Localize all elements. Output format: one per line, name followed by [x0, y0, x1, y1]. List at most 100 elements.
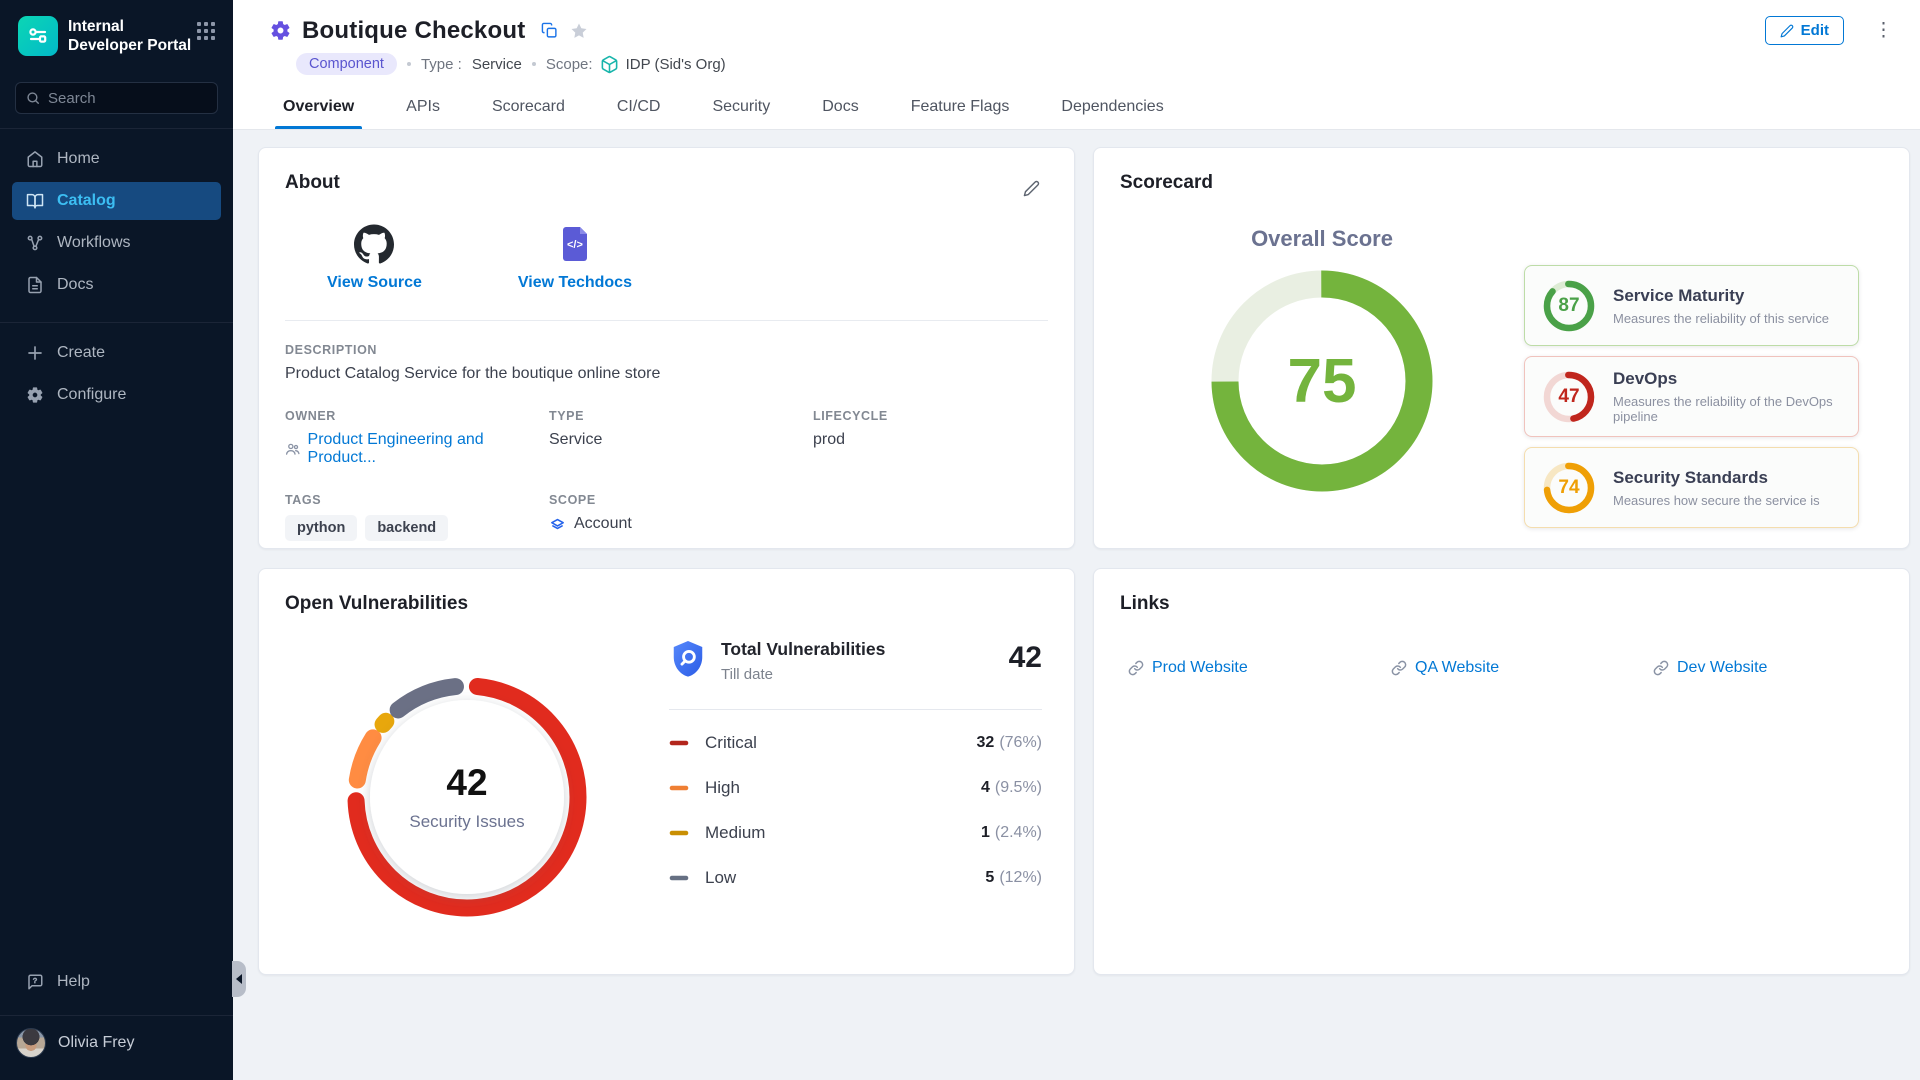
type-value: Service — [472, 56, 522, 73]
scorecard-heading: Scorecard — [1120, 172, 1883, 194]
vulnerabilities-donut: 42 Security Issues — [347, 677, 587, 917]
score-ring: 74 — [1541, 460, 1597, 516]
sidebar-nav: Home Catalog Workflows Docs — [0, 129, 233, 308]
tag-chip[interactable]: backend — [365, 515, 448, 541]
sidebar-item-home[interactable]: Home — [12, 140, 221, 178]
account-scope-icon — [549, 516, 566, 533]
type-value: Service — [549, 431, 813, 449]
lifecycle-value: prod — [813, 431, 1048, 449]
view-source-link[interactable]: View Source — [327, 224, 422, 292]
links-card: Links Prod Website QA Website Dev Websit… — [1093, 568, 1910, 975]
avatar — [16, 1028, 46, 1058]
scorecard-card: Scorecard Overall Score 75 — [1093, 147, 1910, 549]
sidebar-item-label: Configure — [57, 386, 126, 404]
page-title: Boutique Checkout — [302, 17, 525, 45]
tab-apis[interactable]: APIs — [404, 88, 442, 129]
score-name: Security Standards — [1613, 468, 1820, 488]
divider — [285, 320, 1048, 321]
total-vulnerabilities-value: 42 — [1009, 641, 1042, 675]
svg-text:?: ? — [33, 976, 37, 985]
dot-separator — [407, 62, 411, 66]
plus-icon — [26, 344, 44, 362]
sidebar-collapse-handle[interactable] — [232, 961, 246, 997]
sidebar-item-label: Create — [57, 344, 105, 362]
dot-separator — [532, 62, 536, 66]
owner-label: OWNER — [285, 409, 549, 423]
tab-docs[interactable]: Docs — [820, 88, 860, 129]
tab-security[interactable]: Security — [710, 88, 772, 129]
favorite-star-button[interactable] — [570, 22, 588, 40]
kebab-menu-button[interactable]: ⋮ — [1874, 21, 1893, 40]
type-label: Type : — [421, 56, 462, 73]
legend-row-critical: Critical 32 (76%) — [669, 720, 1042, 765]
sidebar-item-label: Docs — [57, 276, 93, 294]
link-icon — [1653, 660, 1669, 676]
score-desc: Measures the reliability of the DevOps p… — [1613, 394, 1842, 424]
scope-value: Account — [574, 515, 632, 533]
sidebar-item-catalog[interactable]: Catalog — [12, 182, 221, 220]
apps-grid-icon[interactable] — [197, 22, 219, 44]
chevron-left-icon — [236, 974, 242, 984]
link-prod-website[interactable]: Prod Website — [1128, 659, 1391, 677]
view-techdocs-link[interactable]: </> View Techdocs — [518, 224, 632, 292]
svg-text:</>: </> — [567, 239, 583, 251]
copy-icon — [541, 22, 558, 39]
search-input[interactable] — [48, 90, 207, 107]
tab-overview[interactable]: Overview — [281, 88, 356, 129]
sidebar-spacer — [0, 418, 233, 959]
scope-value: IDP (Sid's Org) — [626, 56, 726, 73]
star-icon — [570, 22, 588, 40]
book-open-icon — [26, 192, 44, 210]
link-dev-website[interactable]: Dev Website — [1653, 659, 1767, 677]
security-issues-count: 42 — [446, 762, 487, 804]
topbar: Boutique Checkout Edit ⋮ Component Type … — [233, 0, 1920, 130]
sidebar-item-docs[interactable]: Docs — [12, 266, 221, 304]
entity-kind-badge: Component — [296, 53, 397, 75]
group-icon — [285, 441, 301, 457]
tag-chip[interactable]: python — [285, 515, 357, 541]
score-ring: 47 — [1541, 369, 1597, 425]
tab-scorecard[interactable]: Scorecard — [490, 88, 567, 129]
scorecard-item-security-standards[interactable]: 74 Security Standards Measures how secur… — [1524, 447, 1859, 528]
tab-cicd[interactable]: CI/CD — [615, 88, 663, 129]
sidebar-actions: Create Configure — [0, 323, 233, 418]
user-menu[interactable]: Olivia Frey — [0, 1016, 233, 1062]
link-icon — [1391, 660, 1407, 676]
scorecard-item-service-maturity[interactable]: 87 Service Maturity Measures the reliabi… — [1524, 265, 1859, 346]
copy-name-button[interactable] — [541, 22, 558, 39]
link-qa-website[interactable]: QA Website — [1391, 659, 1653, 677]
user-name: Olivia Frey — [58, 1034, 134, 1052]
shield-search-icon — [669, 639, 707, 681]
sidebar-search[interactable] — [15, 82, 218, 114]
tab-bar: Overview APIs Scorecard CI/CD Security D… — [233, 88, 1920, 129]
sidebar: Internal Developer Portal Home Catalog W… — [0, 0, 233, 1080]
tab-dependencies[interactable]: Dependencies — [1059, 88, 1165, 129]
main: Boutique Checkout Edit ⋮ Component Type … — [233, 0, 1920, 1080]
sidebar-item-help[interactable]: ? Help — [12, 963, 221, 1001]
critical-dash-icon — [669, 739, 689, 747]
vulnerabilities-card: Open Vulnerabilities 42 Security Issues — [258, 568, 1075, 975]
scorecard-item-devops[interactable]: 47 DevOps Measures the reliability of th… — [1524, 356, 1859, 437]
sidebar-item-configure[interactable]: Configure — [12, 376, 221, 414]
vulnerabilities-heading: Open Vulnerabilities — [285, 593, 1048, 615]
home-icon — [26, 150, 44, 168]
divider — [669, 709, 1042, 710]
brand: Internal Developer Portal — [0, 0, 233, 70]
file-text-icon — [26, 276, 44, 294]
edit-button[interactable]: Edit — [1765, 16, 1844, 45]
about-card: About View Source </> View Techdocs DESC… — [258, 147, 1075, 549]
help-chat-icon: ? — [26, 973, 44, 991]
techdocs-icon: </> — [555, 224, 595, 264]
about-edit-button[interactable] — [1023, 180, 1040, 197]
pencil-icon — [1023, 180, 1040, 197]
sidebar-item-label: Help — [57, 973, 90, 991]
score-name: Service Maturity — [1613, 286, 1829, 306]
link-icon — [1128, 660, 1144, 676]
sidebar-item-workflows[interactable]: Workflows — [12, 224, 221, 262]
description-label: DESCRIPTION — [285, 343, 1048, 357]
sidebar-item-label: Catalog — [57, 192, 116, 210]
component-gear-icon — [269, 19, 292, 42]
owner-link[interactable]: Product Engineering and Product... — [285, 431, 549, 467]
tab-feature-flags[interactable]: Feature Flags — [909, 88, 1012, 129]
sidebar-item-create[interactable]: Create — [12, 334, 221, 372]
